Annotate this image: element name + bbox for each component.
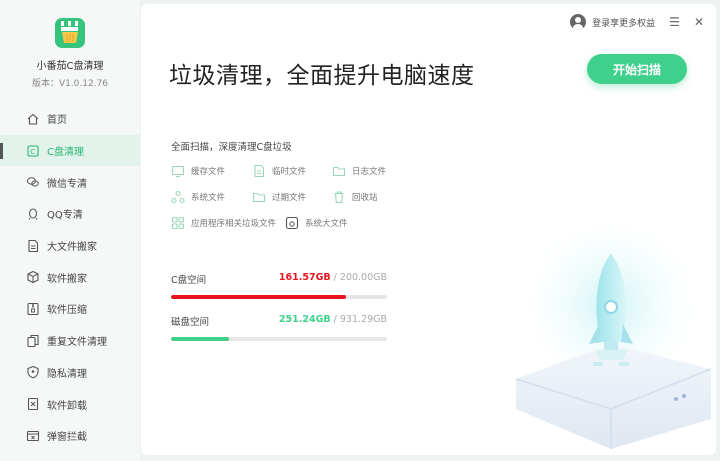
uninstall-icon	[26, 397, 40, 411]
storage-progress-fill	[171, 295, 346, 299]
category-expired-file: 过期文件	[252, 190, 306, 204]
svg-text:C: C	[30, 148, 35, 156]
big-file-icon	[26, 239, 40, 253]
avatar[interactable]	[570, 14, 587, 30]
category-system-big-file: 系统大文件	[285, 216, 348, 230]
sidebar-item-software-uninstall[interactable]: 软件卸载	[0, 388, 140, 420]
sidebar-item-big-file-move[interactable]: 大文件搬家	[0, 230, 140, 262]
storage-total: 931.29GB	[339, 314, 387, 325]
sidebar-item-privacy-clean[interactable]: 隐私清理	[0, 357, 140, 389]
sidebar-item-label: 大文件搬家	[47, 242, 97, 254]
category-label: 应用程序相关垃圾文件	[191, 219, 277, 229]
home-icon	[26, 112, 40, 126]
duplicate-file-icon	[26, 334, 40, 348]
sidebar-item-popup-block[interactable]: 弹窗拦截	[0, 420, 140, 452]
log-file-icon	[332, 166, 346, 177]
storage-label: 磁盘空间	[171, 317, 210, 328]
storage-progress-bar	[171, 295, 387, 299]
app-version: 版本：V1.0.12.76	[31, 79, 109, 89]
sidebar-nav: 首页 C C盘清理 微信专清 QQ专清 大文件搬家 软件搬家 软件压缩 重复文件…	[0, 103, 140, 452]
close-icon[interactable]: ✕	[694, 15, 704, 29]
rocket-illustration	[515, 219, 711, 449]
privacy-icon	[26, 365, 40, 379]
sidebar-item-duplicate-file-clean[interactable]: 重复文件清理	[0, 325, 140, 357]
cache-file-icon	[171, 165, 185, 178]
storage-used: 251.24GB	[278, 314, 331, 325]
category-recycle-bin: 回收站	[332, 190, 378, 204]
category-system-file: 系统文件	[171, 190, 225, 204]
topbar: 登录享更多权益 ☰ ✕	[570, 14, 704, 30]
sidebar-item-label: QQ专清	[47, 210, 83, 222]
storage-label: C盘空间	[171, 275, 207, 286]
sidebar-item-software-move[interactable]: 软件搬家	[0, 261, 140, 293]
expired-file-icon	[252, 192, 266, 203]
disk-storage: 磁盘空间 251.24GB / 931.29GB	[171, 314, 387, 341]
category-label: 系统大文件	[305, 219, 348, 229]
category-temp-file: 临时文件	[252, 164, 306, 178]
drive-c-icon: C	[26, 144, 40, 158]
category-cache-file: 缓存文件	[171, 164, 225, 178]
sidebar-item-label: C盘清理	[47, 147, 84, 159]
scan-description: 全面扫描，深度清理C盘垃圾	[171, 142, 292, 153]
sidebar-item-label: 隐私清理	[47, 368, 87, 380]
temp-file-icon	[254, 164, 265, 178]
category-log-file: 日志文件	[332, 164, 386, 178]
page-title: 垃圾清理，全面提升电脑速度	[169, 63, 475, 89]
sidebar-item-wechat-clean[interactable]: 微信专清	[0, 166, 140, 198]
sidebar-item-label: 微信专清	[47, 178, 87, 190]
qq-icon	[26, 207, 40, 221]
menu-icon[interactable]: ☰	[669, 15, 680, 29]
sidebar-item-qq-clean[interactable]: QQ专清	[0, 198, 140, 230]
sidebar-item-label: 弹窗拦截	[47, 432, 87, 444]
start-scan-button[interactable]: 开始扫描	[587, 54, 687, 84]
sidebar-item-c-drive-clean[interactable]: C C盘清理	[0, 134, 140, 167]
sidebar-item-label: 软件卸载	[47, 400, 87, 412]
sidebar-item-label: 软件搬家	[47, 273, 87, 285]
recycle-bin-icon	[334, 191, 344, 204]
category-label: 系统文件	[191, 193, 226, 203]
compress-icon	[26, 302, 40, 316]
app-logo-icon	[55, 18, 85, 48]
software-move-icon	[26, 270, 40, 284]
sidebar-item-label: 软件压缩	[47, 305, 87, 317]
category-label: 日志文件	[352, 167, 387, 177]
storage-separator: /	[330, 272, 340, 283]
sidebar: 小番茄C盘清理 版本：V1.0.12.76 首页 C C盘清理 微信专清 QQ专…	[0, 0, 140, 461]
storage-total: 200.00GB	[339, 272, 387, 283]
category-label: 临时文件	[272, 167, 307, 177]
app-window: 小番茄C盘清理 版本：V1.0.12.76 首页 C C盘清理 微信专清 QQ专…	[0, 0, 720, 461]
category-app-junk: 应用程序相关垃圾文件	[171, 216, 276, 230]
category-label: 过期文件	[272, 193, 307, 203]
storage-used: 161.57GB	[278, 272, 331, 283]
main-panel: 登录享更多权益 ☰ ✕ 垃圾清理，全面提升电脑速度 开始扫描 全面扫描，深度清理…	[141, 4, 716, 455]
sidebar-item-label: 重复文件清理	[47, 337, 107, 349]
sidebar-item-label: 首页	[47, 115, 67, 127]
app-name: 小番茄C盘清理	[36, 61, 104, 72]
sidebar-item-software-compress[interactable]: 软件压缩	[0, 293, 140, 325]
login-link[interactable]: 登录享更多权益	[592, 16, 655, 29]
app-junk-icon	[171, 216, 185, 230]
category-label: 回收站	[352, 193, 378, 203]
storage-progress-fill	[171, 337, 230, 341]
popup-block-icon	[26, 429, 40, 443]
c-drive-storage: C盘空间 161.57GB / 200.00GB	[171, 272, 387, 299]
category-label: 缓存文件	[191, 167, 226, 177]
sidebar-item-home[interactable]: 首页	[0, 103, 140, 135]
system-file-icon	[171, 190, 185, 204]
wechat-icon	[26, 175, 40, 189]
system-big-file-icon	[285, 216, 299, 230]
storage-separator: /	[330, 314, 340, 325]
storage-progress-bar	[171, 337, 387, 341]
